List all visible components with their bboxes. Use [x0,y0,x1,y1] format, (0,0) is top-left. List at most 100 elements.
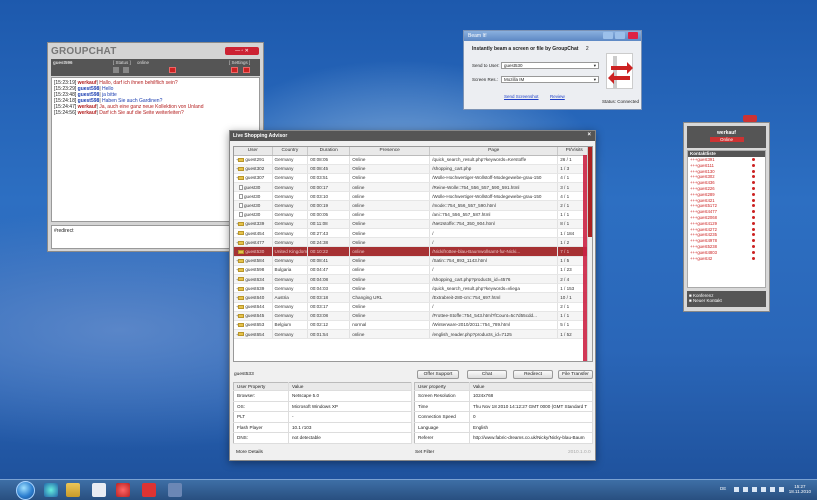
visitor-row[interactable]: + guest640 Austria 00:03:18 Changing URL/Ext… [234,292,592,303]
visitor-row[interactable]: + guest645 Germany 00:03:08 Online/Frottee-S… [234,311,592,321]
system-tray: DE 15:27 18.11.2010 [720,484,811,494]
message-author[interactable]: werkauf [78,110,97,116]
cell-text: 00:00:05 [310,212,329,218]
app-icon[interactable] [142,483,156,497]
settings-label[interactable]: [ Settings ] [229,60,250,65]
alert-icon[interactable] [169,67,176,73]
visitor-row[interactable]: + guest291 Germany 00:08:05 Online/quick_sea… [234,155,592,165]
media-icon[interactable] [92,483,106,497]
cell-text: Online [352,157,366,163]
window-icon[interactable] [168,483,182,497]
folder-icon [238,240,245,245]
column-header[interactable]: Country [272,147,309,156]
ie-icon[interactable] [44,483,58,497]
maximize-icon[interactable] [615,32,625,39]
visitor-row[interactable]: + guest653 Belgium 00:02:12 normal/Winterwar… [234,320,592,331]
contact-item[interactable]: +++guest42 [688,256,765,262]
sound-icon[interactable] [231,67,238,73]
cell-text: 1 / 23 [560,267,572,273]
visitor-row[interactable]: guest30 Germany 00:00:05 online/ani::754_55… [234,210,592,220]
language-indicator[interactable]: DE [720,486,726,491]
folder-icon [238,176,245,181]
visitor-row[interactable]: + guest307 Germany 00:03:51 Online/Wolle-Hoc… [234,173,592,184]
visitor-row[interactable]: + guest584 Germany 00:08:41 Online/Satin::75… [234,256,592,266]
column-header[interactable]: Presence [349,147,431,156]
cell-presence: Online [349,311,431,321]
new-contact-link[interactable]: ■ Neuer Kontakt [689,298,764,303]
screen-res-select[interactable]: Mozilla IM ▾ [501,76,599,83]
column-header[interactable]: Duration [307,147,351,156]
groupchat-task-icon[interactable] [116,483,130,497]
column-header[interactable]: Page [429,147,559,156]
table-scrollbar[interactable] [587,147,592,361]
redirect-button[interactable]: Redirect [513,370,553,379]
battery-icon[interactable] [760,486,766,492]
visitor-row[interactable]: + guest477 Germany 00:24:38 Online / 1 / 2 [234,237,592,248]
visitor-row[interactable]: + guest339 Germany 00:11:08 Online/Netzstoff… [234,219,592,230]
offer-support-button[interactable]: Offer Support [417,370,459,379]
cell-presence: Online [349,173,431,184]
cell-text: guest654 [245,331,265,337]
cell-text: online [352,248,365,254]
column-header[interactable]: User [234,147,273,156]
smiley-icon[interactable] [123,67,129,73]
visitor-row[interactable]: + guest634 Germany 00:04:08 Online/shopping_… [234,274,592,285]
update-icon[interactable] [769,486,775,492]
cell-text: guest634 [245,276,265,282]
cell-text: 1 / 153 [560,285,575,291]
visitor-row[interactable]: guest30 Germany 00:03:10 online/Wolle-Hochw… [234,191,592,202]
property-value: 1024x768 [469,390,593,402]
contacts-status[interactable]: Online [709,137,744,142]
review-link[interactable]: Review [550,94,565,99]
column-header[interactable]: PI/Visits [557,147,592,156]
folder-icon [238,332,245,337]
cell-page: /ani::754_556_557_587.html [429,210,559,220]
visitor-row[interactable]: + guest302 Germany 00:08:45 Online/shopping_… [234,164,592,174]
visitor-row[interactable]: + guest644 Germany 00:03:17 Online / 2 / 1 [234,302,592,312]
visitor-row[interactable]: guest30 Germany 00:00:19 online/mode::754_5… [234,200,592,211]
cell-text: /english_reader.php?products_id=7125 [432,331,512,337]
chat-tray-icon[interactable] [778,486,784,492]
cell-text: guest645 [245,313,265,319]
cell-text: /quick_search_result.php?keywords=vliega [432,285,520,291]
visitor-row[interactable]: + guest654 Germany 00:01:54 online/english_r… [234,329,592,340]
property-name: DNS: [233,432,289,444]
folder-icon [238,222,245,227]
set-filter-link[interactable]: Set Filter [415,450,434,455]
cell-country: Germany [272,302,309,312]
visitor-row[interactable]: + guest639 Germany 00:04:03 Online/quick_sea… [234,283,592,294]
clock[interactable]: 15:27 18.11.2010 [789,484,811,494]
cell-country: Germany [272,191,309,202]
minimize-icon[interactable] [603,32,613,39]
cell-text: 00:10:22 [310,248,329,254]
send-to-select[interactable]: guest530 ▾ [501,62,599,69]
close-icon[interactable] [628,32,638,39]
property-row: Time Thu Nov 18 2010 14:12:27 GMT 0000 (G… [414,401,593,412]
contact-status-icon [752,181,755,185]
close-icon[interactable]: × [587,132,591,138]
visitor-row[interactable]: + guest454 Germany 00:27:43 Online / 1 / 184 [234,228,592,239]
network-icon[interactable] [733,486,739,492]
property-value: 10.1 r103 [288,422,412,433]
start-button[interactable] [16,481,35,500]
cell-page: /Wolle-Hochwertiger-Wollstoff-Modegewebe… [429,191,559,202]
flag-icon[interactable] [751,486,757,492]
contacts-window-controls[interactable] [743,115,757,122]
volume-icon[interactable] [742,486,748,492]
explorer-icon[interactable] [66,483,80,497]
send-screenshot-link[interactable]: Send Screenshot [504,94,539,99]
cell-text: guest30 [244,184,261,190]
visitor-row[interactable]: guest30 Germany 00:00:17 online/Reine-Wolle… [234,182,592,193]
cell-page: / [429,302,559,312]
file-transfer-button[interactable]: File Transfer [558,370,593,379]
window-controls[interactable]: — ▫ ✕ [225,47,259,55]
more-details-link[interactable]: More Details [236,450,263,455]
status-value[interactable]: online [137,60,149,65]
avatar-icon[interactable] [113,67,119,73]
visitor-row[interactable]: + guest530 United Kingdom 00:10:22 online/Ni… [234,246,592,257]
close-chat-icon[interactable] [243,67,250,73]
page-icon [239,193,243,199]
chat-button[interactable]: Chat [467,370,507,379]
cell-presence: online [349,191,431,202]
visitor-row[interactable]: + guest598 Bulgaria 00:04:47 online / 1 / 23 [234,265,592,275]
